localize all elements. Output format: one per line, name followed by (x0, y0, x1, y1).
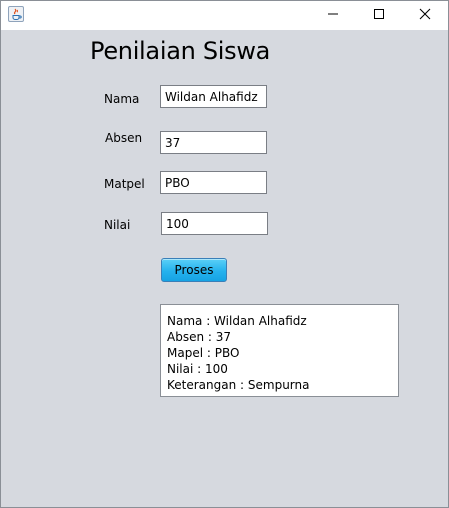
minimize-icon (327, 7, 339, 25)
nama-label: Nama (104, 92, 140, 106)
page-title: Penilaian Siswa (90, 37, 271, 65)
result-line-keterangan: Keterangan : Sempurna (167, 378, 310, 392)
result-line-nama: Nama : Wildan Alhafidz (167, 314, 307, 328)
absen-label: Absen (105, 131, 143, 145)
minimize-button[interactable] (310, 1, 356, 30)
title-bar[interactable] (1, 1, 448, 30)
result-output[interactable]: Nama : Wildan Alhafidz Absen : 37 Mapel … (160, 304, 399, 397)
app-window: Penilaian Siswa Nama Absen Matpel Nilai … (0, 0, 449, 508)
proses-button[interactable]: Proses (161, 258, 227, 282)
result-line-absen: Absen : 37 (167, 330, 232, 344)
maximize-icon (373, 7, 385, 25)
result-line-mapel: Mapel : PBO (167, 346, 240, 360)
maximize-button[interactable] (356, 1, 402, 30)
nilai-label: Nilai (104, 218, 131, 232)
nilai-input[interactable] (161, 212, 268, 235)
nama-input[interactable] (160, 85, 267, 108)
java-icon[interactable] (8, 6, 24, 22)
matpel-label: Matpel (104, 177, 145, 191)
close-button[interactable] (402, 1, 448, 30)
form-panel: Penilaian Siswa Nama Absen Matpel Nilai … (1, 30, 448, 507)
matpel-input[interactable] (160, 171, 267, 194)
result-line-nilai: Nilai : 100 (167, 362, 228, 376)
absen-input[interactable] (160, 131, 267, 154)
close-icon (419, 7, 431, 25)
